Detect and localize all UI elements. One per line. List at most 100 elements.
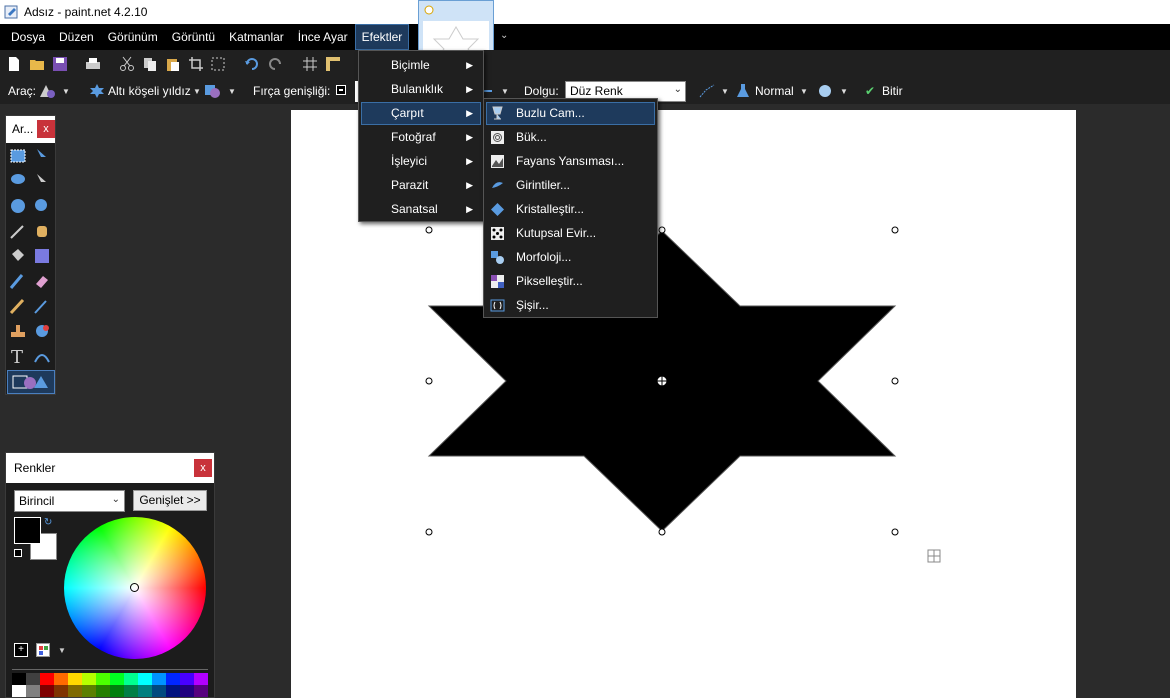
shape-style-icon[interactable] <box>204 83 224 99</box>
tools-panel-close-button[interactable]: x <box>37 120 55 138</box>
menu-effects[interactable]: Efektler <box>354 24 410 50</box>
move-pixels-tool[interactable] <box>32 171 52 191</box>
selection-quality-icon[interactable] <box>817 83 833 99</box>
tools-panel-header[interactable]: Ar... x <box>6 116 55 143</box>
palette-swatch[interactable] <box>82 685 96 697</box>
crop-icon[interactable] <box>188 56 204 72</box>
distort-item-pixelate[interactable]: Pikselleştir... <box>486 270 655 293</box>
pencil-tool[interactable] <box>8 296 28 316</box>
palette-swatch[interactable] <box>54 685 68 697</box>
palette-swatch[interactable] <box>166 673 180 685</box>
open-folder-icon[interactable] <box>29 56 45 72</box>
distort-item-frosted-glass[interactable]: Buzlu Cam... <box>486 102 655 125</box>
palette-swatch[interactable] <box>166 685 180 697</box>
line-curve-icon[interactable] <box>698 83 716 99</box>
paintbrush-tool[interactable] <box>8 271 28 291</box>
ellipse-select-tool[interactable] <box>8 196 28 216</box>
move-shape-handle-icon[interactable] <box>927 549 941 563</box>
palette-swatch[interactable] <box>194 685 208 697</box>
effects-item-noise[interactable]: Parazit ▶ <box>361 174 481 197</box>
palette-swatch[interactable] <box>124 685 138 697</box>
print-icon[interactable] <box>85 56 101 72</box>
menu-file[interactable]: Dosya <box>4 24 52 50</box>
zoom-tool[interactable] <box>32 196 52 216</box>
palette-swatch[interactable] <box>110 673 124 685</box>
move-selection-tool[interactable] <box>32 146 52 166</box>
expand-button[interactable]: Genişlet >> <box>133 490 207 511</box>
palette-swatch[interactable] <box>54 673 68 685</box>
palette-swatch[interactable] <box>194 673 208 685</box>
effects-item-render[interactable]: İşleyici ▶ <box>361 150 481 173</box>
distort-item-dents[interactable]: Girintiler... <box>486 174 655 197</box>
tool-dropdown-caret-icon[interactable]: ▼ <box>62 87 70 96</box>
deselect-icon[interactable] <box>210 56 226 72</box>
palette-swatch[interactable] <box>12 685 26 697</box>
save-icon[interactable] <box>52 56 68 72</box>
magic-wand-tool[interactable] <box>8 221 28 241</box>
blend-mode-value[interactable]: Normal <box>755 84 794 98</box>
color-wheel-cursor[interactable] <box>130 583 139 592</box>
effects-item-artistic[interactable]: Sanatsal ▶ <box>361 198 481 221</box>
lasso-select-tool[interactable] <box>8 171 28 191</box>
paint-bucket-tool[interactable] <box>8 246 28 266</box>
palette-menu-icon[interactable] <box>36 643 50 657</box>
antialias-caret-icon[interactable]: ▼ <box>501 87 509 96</box>
blend-mode-caret-icon[interactable]: ▼ <box>800 87 808 96</box>
line-caret-icon[interactable]: ▼ <box>721 87 729 96</box>
rectangle-select-tool[interactable] <box>8 146 28 166</box>
colors-panel-header[interactable]: Renkler x <box>6 453 214 483</box>
clone-stamp-tool[interactable] <box>8 321 28 341</box>
distort-item-polar-inversion[interactable]: Kutupsal Evir... <box>486 222 655 245</box>
palette-swatch[interactable] <box>68 685 82 697</box>
swap-colors-icon[interactable]: ↻ <box>44 517 52 528</box>
line-curve-tool[interactable] <box>32 346 52 366</box>
move-center-handle-icon[interactable] <box>656 375 668 387</box>
quality-caret-icon[interactable]: ▼ <box>840 87 848 96</box>
style-dropdown-caret-icon[interactable]: ▼ <box>228 87 236 96</box>
distort-item-bulge[interactable]: Şişir... <box>486 294 655 317</box>
eraser-tool[interactable] <box>32 271 52 291</box>
effects-item-distort[interactable]: Çarpıt ▶ <box>361 102 481 125</box>
tab-list-chevron-icon[interactable]: ⌄ <box>500 30 508 41</box>
shapes-tool[interactable] <box>7 370 55 394</box>
distort-item-crystallize[interactable]: Kristalleştir... <box>486 198 655 221</box>
palette-swatch[interactable] <box>26 685 40 697</box>
cut-icon[interactable] <box>119 56 135 72</box>
reset-colors-icon[interactable] <box>14 549 22 557</box>
palette-swatch[interactable] <box>152 673 166 685</box>
pan-tool[interactable] <box>32 221 52 241</box>
palette-swatch[interactable] <box>96 673 110 685</box>
paste-icon[interactable] <box>165 56 181 72</box>
palette-swatch[interactable] <box>68 673 82 685</box>
recolor-tool[interactable] <box>32 321 52 341</box>
palette-swatch[interactable] <box>96 685 110 697</box>
shape-type-label[interactable]: Altı köşeli yıldız <box>108 84 191 98</box>
menu-edit[interactable]: Düzen <box>52 24 101 50</box>
palette-swatch[interactable] <box>180 685 194 697</box>
palette-swatch[interactable] <box>138 673 152 685</box>
text-tool[interactable]: T <box>8 346 28 368</box>
undo-icon[interactable] <box>244 56 260 72</box>
palette-swatch[interactable] <box>124 673 138 685</box>
menu-view[interactable]: Görünüm <box>101 24 165 50</box>
palette-swatch[interactable] <box>110 685 124 697</box>
copy-icon[interactable] <box>142 56 158 72</box>
shape-dropdown-caret-icon[interactable]: ▼ <box>193 87 201 96</box>
menu-adjustments[interactable]: İnce Ayar <box>291 24 355 50</box>
redo-icon[interactable] <box>267 56 283 72</box>
finish-button[interactable]: Bitir <box>882 84 903 98</box>
palette-swatch[interactable] <box>12 673 26 685</box>
menu-layers[interactable]: Katmanlar <box>222 24 291 50</box>
ruler-icon[interactable] <box>325 56 341 72</box>
antialias-icon[interactable] <box>484 90 492 92</box>
palette-swatch[interactable] <box>138 685 152 697</box>
grid-icon[interactable] <box>302 56 318 72</box>
palette-swatch[interactable] <box>40 685 54 697</box>
effects-item-blur[interactable]: Bulanıklık ▶ <box>361 78 481 101</box>
color-picker-tool[interactable] <box>32 296 52 316</box>
palette-caret-icon[interactable]: ▼ <box>58 646 66 655</box>
color-mode-select[interactable]: Birincil ⌄ <box>14 490 125 512</box>
palette-swatch[interactable] <box>82 673 96 685</box>
shape-tool-icon[interactable] <box>38 83 56 99</box>
new-file-icon[interactable] <box>6 56 22 72</box>
